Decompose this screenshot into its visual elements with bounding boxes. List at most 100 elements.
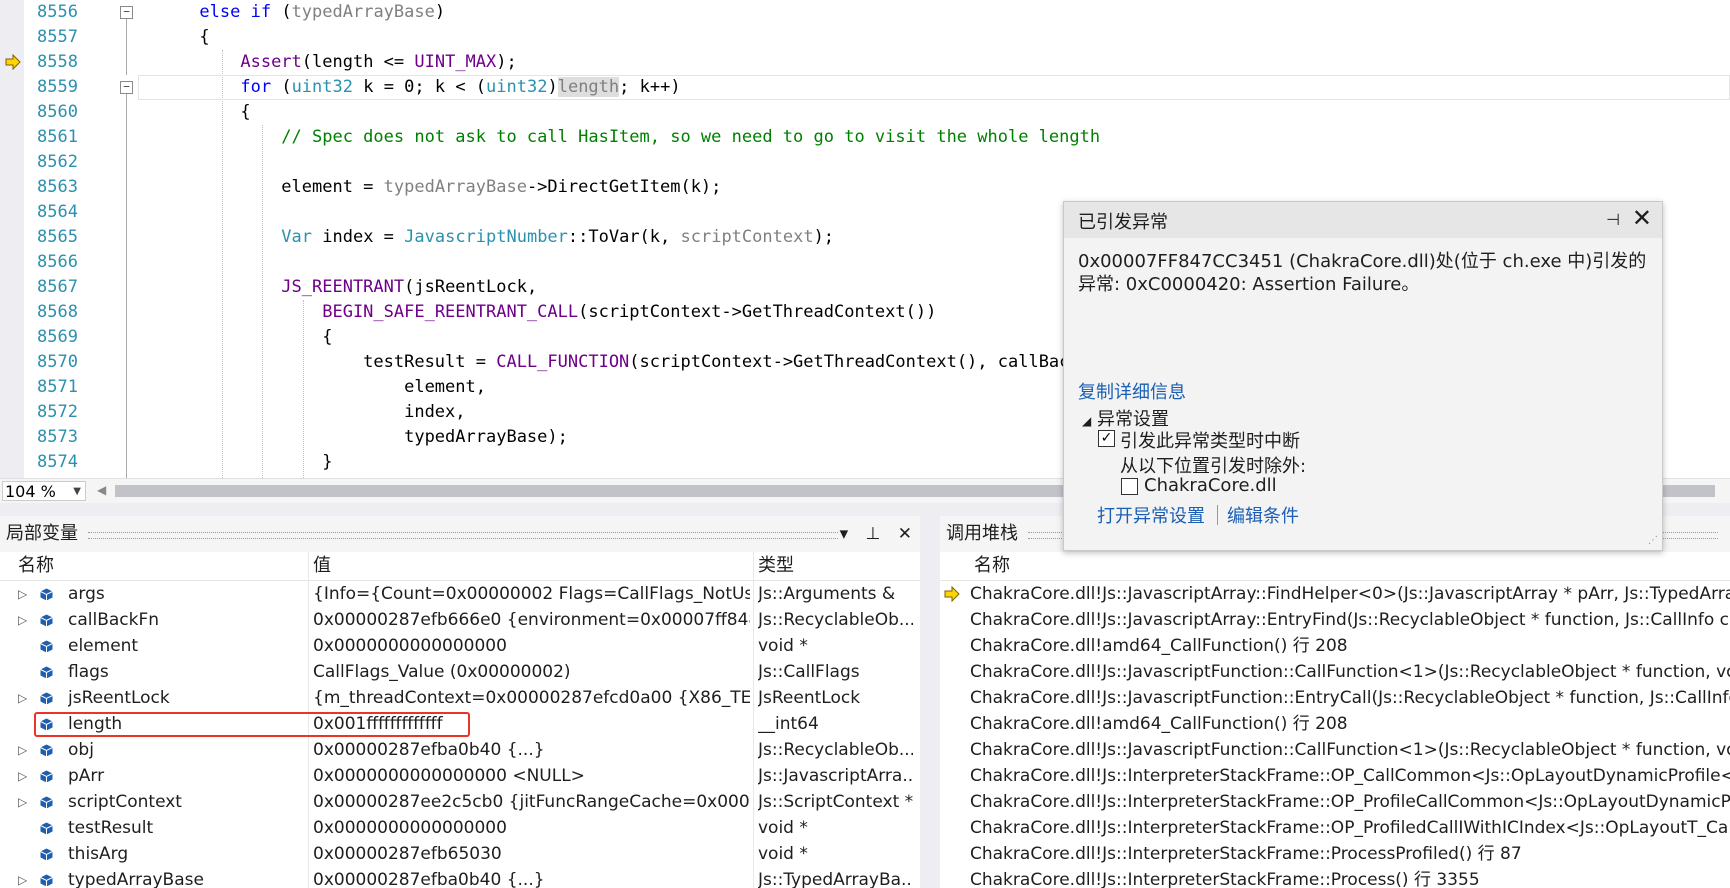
code-line: { [138,102,251,122]
line-number-gutter: 8556 8557 8558 8559 8560 8561 8562 8563 … [24,0,78,475]
variable-type: __int64 [758,714,819,734]
locals-row[interactable]: flags CallFlags_Value (0x00000002) Js::Cal… [0,659,920,685]
line-number: 8559 [37,77,78,97]
variable-icon [40,822,53,835]
expand-arrow-icon[interactable]: ▷ [18,737,27,763]
callstack-frame[interactable]: ChakraCore.dll!Js::JavascriptArray::Entr… [940,607,1730,633]
expand-arrow-icon[interactable]: ▷ [18,685,27,711]
column-header-value[interactable]: 值 [313,552,331,580]
line-number: 8565 [37,227,78,247]
variable-value[interactable]: 0x0000000000000000 [313,815,750,841]
locals-row[interactable]: ▷ pArr 0x0000000000000000 <NULL> Js::Javasc… [0,763,920,789]
expand-arrow-icon[interactable]: ▷ [18,763,27,789]
frame-text: ChakraCore.dll!Js::JavascriptArray::Find… [970,584,1730,604]
expand-arrow-icon[interactable]: ▷ [18,607,27,633]
locals-row[interactable]: length 0x001fffffffffffff __int64 [0,711,920,737]
callstack-frame[interactable]: ChakraCore.dll!Js::JavascriptFunction::C… [940,737,1730,763]
callstack-frame[interactable]: ChakraCore.dll!Js::InterpreterStackFrame… [940,841,1730,867]
expand-arrow-icon[interactable]: ▷ [18,789,27,815]
callstack-frame[interactable]: ChakraCore.dll!Js::InterpreterStackFrame… [940,789,1730,815]
variable-name: thisArg [68,844,129,864]
locals-row[interactable]: element 0x0000000000000000 void * [0,633,920,659]
locals-row[interactable]: ▷ args {Info={Count=0x00000002 Flags=CallF… [0,581,920,607]
locals-row[interactable]: ▷ obj 0x00000287efba0b40 {...} Js::Recyclab… [0,737,920,763]
callstack-frame[interactable]: ChakraCore.dll!amd64_CallFunction() 行 20… [940,633,1730,659]
locals-title: 局部变量 [6,523,78,544]
expand-arrow-icon[interactable]: ▷ [18,581,27,607]
variable-type: Js::RecyclableOb... [758,740,913,760]
outlining-margin: − − [118,0,134,478]
variable-value[interactable]: 0x00000287ee2c5cb0 {jitFuncRangeCache=0x… [313,789,750,815]
line-number: 8572 [37,402,78,422]
expand-arrow-icon[interactable]: ▷ [18,867,27,888]
frame-text: ChakraCore.dll!Js::JavascriptArray::Entr… [970,610,1730,630]
variable-value[interactable]: {m_threadContext=0x00000287efcd0a00 {X86… [313,685,750,711]
callstack-frame[interactable]: ChakraCore.dll!amd64_CallFunction() 行 20… [940,711,1730,737]
variable-value[interactable]: 0x00000287efba0b40 {...} [313,867,750,888]
edit-conditions-link[interactable]: 编辑条件 [1227,502,1299,528]
glyph-margin[interactable] [0,0,24,478]
code-comment: // Spec does not ask to call HasItem, so… [281,127,1101,147]
line-number: 8569 [37,327,78,347]
line-number: 8566 [37,252,78,272]
variable-icon [40,744,53,757]
code-line: Assert(length <= UINT_MAX); [240,52,517,72]
pin-icon[interactable]: ⊣ [1606,210,1620,229]
code-line: else if (typedArrayBase) [199,2,446,22]
locals-row[interactable]: ▷ jsReentLock {m_threadContext=0x00000287e… [0,685,920,711]
callstack-frame[interactable]: ChakraCore.dll!Js::InterpreterStackFrame… [940,867,1730,888]
open-exception-settings-link[interactable]: 打开异常设置 [1097,502,1205,528]
close-icon[interactable]: ✕ [898,524,912,544]
copy-details-link[interactable]: 复制详细信息 [1078,378,1186,404]
variable-value[interactable]: 0x00000287efb65030 [313,841,750,867]
pane-divider[interactable] [920,516,940,888]
frame-text: ChakraCore.dll!Js::JavascriptFunction::C… [970,740,1730,760]
variable-icon [40,848,53,861]
locals-row[interactable]: testResult 0x0000000000000000 void * [0,815,920,841]
variable-value[interactable]: 0x00000287efba0b40 {...} [313,737,750,763]
variable-value[interactable]: 0x0000000000000000 [313,633,750,659]
resize-grip-icon[interactable]: ⋰ [1648,535,1658,546]
variable-name: typedArrayBase [68,870,204,888]
scroll-left-icon[interactable]: ◀ [97,483,106,497]
callstack-frame[interactable]: ChakraCore.dll!Js::InterpreterStackFrame… [940,815,1730,841]
locals-row[interactable]: ▷ callBackFn 0x00000287efb666e0 {environme… [0,607,920,633]
callstack-frame[interactable]: ChakraCore.dll!Js::JavascriptArray::Find… [940,581,1730,607]
callstack-window: 调用堆栈 名称 ChakraCore.dll!Js::JavascriptArr… [940,516,1730,888]
window-menu-icon[interactable]: ▾ [840,524,849,544]
code-line: element = typedArrayBase->DirectGetItem(… [138,177,722,197]
locals-row[interactable]: ▷ typedArrayBase 0x00000287efba0b40 {...} J… [0,867,920,888]
column-header-name[interactable]: 名称 [974,552,1010,580]
line-number: 8561 [37,127,78,147]
variable-value[interactable]: 0x001fffffffffffff [313,711,750,737]
variable-value[interactable]: CallFlags_Value (0x00000002) [313,659,750,685]
drag-grip[interactable] [88,532,838,539]
exception-helper-popup: 已引发异常 ⊣ ✕ 0x00007FF847CC3451 (ChakraCore… [1063,201,1663,551]
column-header-name[interactable]: 名称 [18,552,54,580]
column-header-type[interactable]: 类型 [758,552,794,580]
callstack-frame[interactable]: ChakraCore.dll!Js::InterpreterStackFrame… [940,763,1730,789]
variable-type: Js::CallFlags [758,662,860,682]
locals-row[interactable]: ▷ scriptContext 0x00000287ee2c5cb0 {jitFun… [0,789,920,815]
callstack-frame[interactable]: ChakraCore.dll!Js::JavascriptFunction::E… [940,685,1730,711]
variable-value[interactable]: 0x0000000000000000 <NULL> [313,763,750,789]
code-line: { [138,27,210,47]
close-icon[interactable]: ✕ [1632,204,1652,232]
collapse-block-icon[interactable]: − [120,6,133,19]
outline-line [126,19,127,75]
callstack-frame[interactable]: ChakraCore.dll!Js::JavascriptFunction::C… [940,659,1730,685]
chevron-down-icon: ▼ [73,486,81,497]
locals-header-row: 名称 值 类型 [0,552,920,581]
locals-row[interactable]: thisArg 0x00000287efb65030 void * [0,841,920,867]
pin-icon[interactable]: ⊥ [866,524,881,544]
exception-header: 已引发异常 ⊣ ✕ [1064,202,1662,238]
module-checkbox[interactable] [1121,478,1138,495]
collapse-block-icon[interactable]: − [120,81,133,94]
variable-name: length [68,714,123,734]
zoom-dropdown[interactable]: 104 % ▼ [2,481,86,501]
variable-value[interactable]: {Info={Count=0x00000002 Flags=CallFlags_… [313,581,750,607]
break-when-thrown-checkbox[interactable]: ✓ [1098,430,1115,447]
variable-name: args [68,584,105,604]
variable-value[interactable]: 0x00000287efb666e0 {environment=0x00007f… [313,607,750,633]
collapse-triangle-icon: ◢ [1082,414,1092,428]
